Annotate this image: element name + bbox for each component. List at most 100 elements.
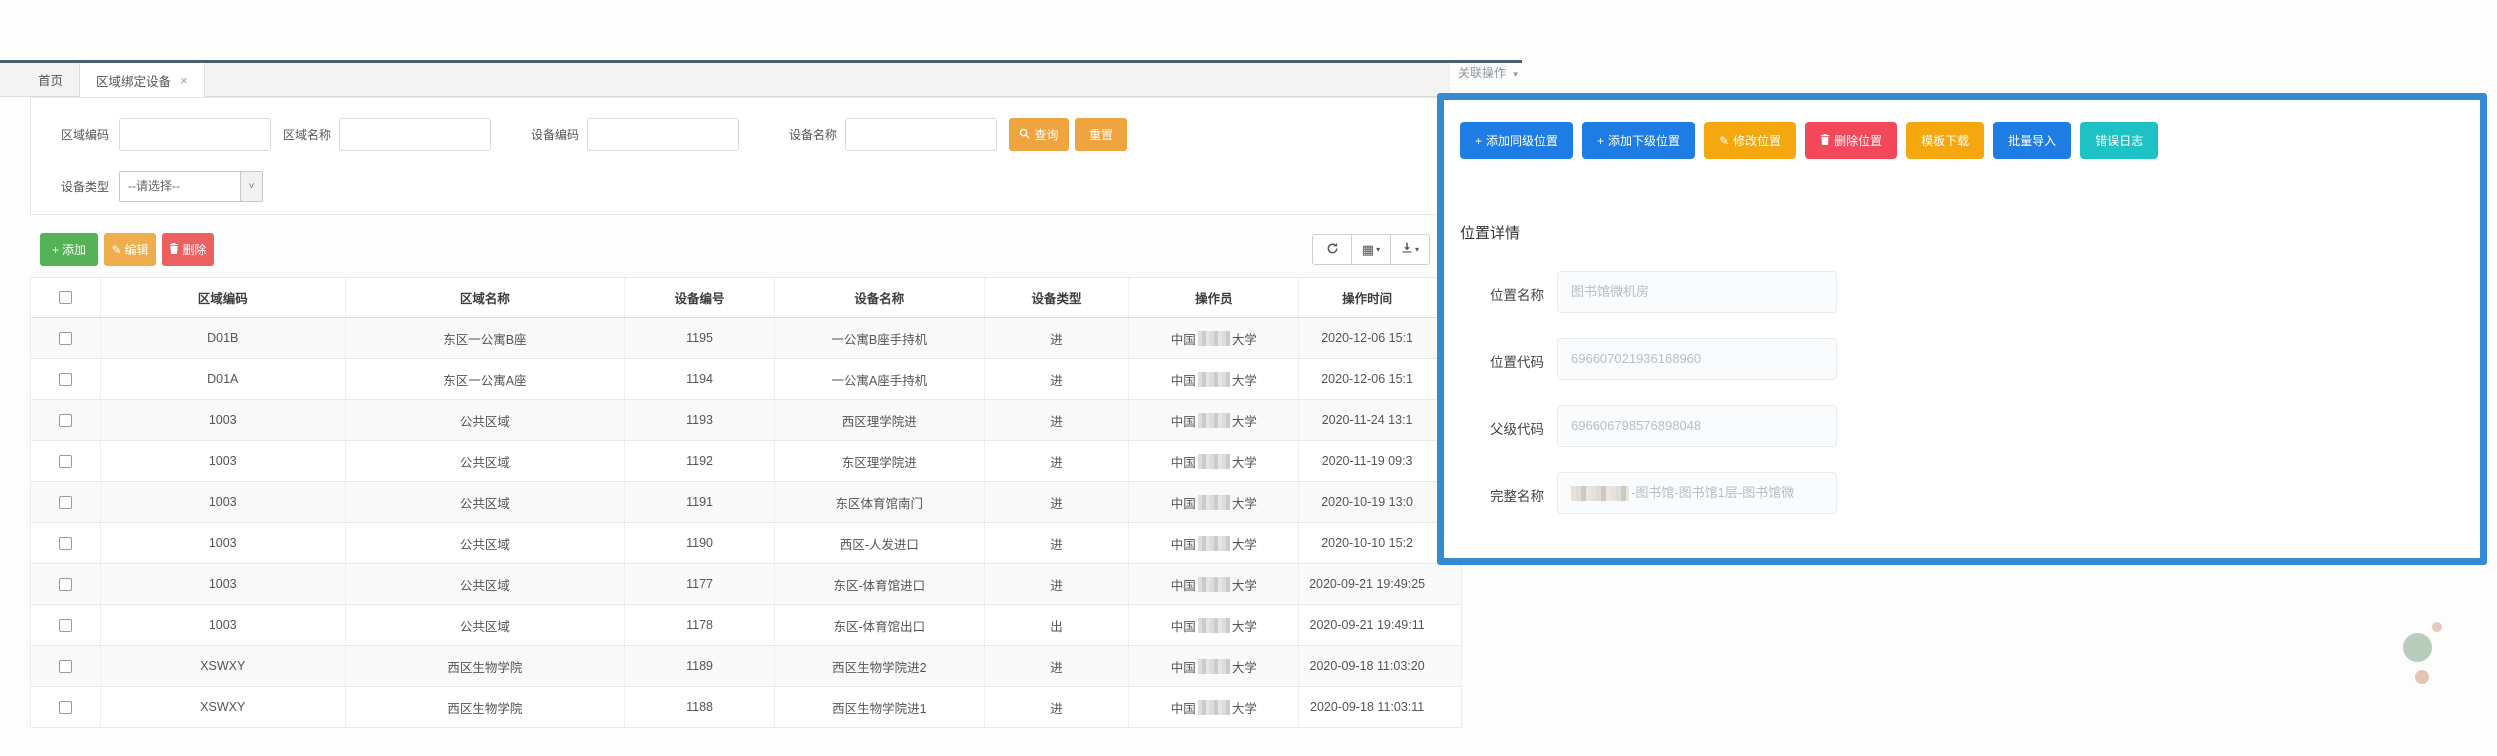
panel-button-4[interactable]: 删除位置 xyxy=(1805,122,1898,159)
table-row[interactable]: 1003 公共区域 1190 西区-人发进口进中国 大学 2020-10-10 15:2 xyxy=(31,523,1461,564)
cell-region-code: 1003 xyxy=(101,482,346,522)
operator-prefix: 中国 xyxy=(1170,332,1196,347)
cell-region-name: 公共区域 xyxy=(346,605,626,645)
table-body: D01B 东区一公寓B座 1195 一公寓B座手持机进中国 大学 2020-12-06 1… xyxy=(31,318,1461,728)
header-select-cell xyxy=(31,278,101,317)
cell-op-time: 2020-09-18 11:03:20 xyxy=(1309,659,1425,673)
table-row[interactable]: D01B 东区一公寓B座 1195 一公寓B座手持机进中国 大学 2020-12-06 1… xyxy=(31,318,1461,359)
panel-button-label: 添加同级位置 xyxy=(1486,134,1559,148)
redacted-text-block xyxy=(1197,699,1230,715)
row-select-cell xyxy=(31,359,101,399)
panel-button-2[interactable]: + 添加下级位置 xyxy=(1582,122,1696,159)
table-row[interactable]: 1003 公共区域 1191 东区体育馆南门进中国 大学 2020-10-19 13:0 xyxy=(31,482,1461,523)
row-checkbox[interactable] xyxy=(58,577,72,591)
device-type-label: 设备类型 xyxy=(60,180,109,194)
cell-operator: 中国 大学 xyxy=(1129,482,1300,522)
table-row[interactable]: 1003 公共区域 1178 东区-体育馆出口出 中国 大学 2020-09-21 19:4… xyxy=(31,605,1461,646)
tab-region-bound-device[interactable]: 区域绑定设备 × xyxy=(79,63,205,97)
row-checkbox[interactable] xyxy=(58,413,72,427)
export-button[interactable]: ▾ xyxy=(1390,234,1430,265)
cell-device-type: 进 xyxy=(985,318,1130,358)
row-checkbox[interactable] xyxy=(58,372,72,386)
region-name-input[interactable] xyxy=(339,118,491,151)
device-code-input[interactable] xyxy=(587,118,739,151)
row-checkbox[interactable] xyxy=(58,454,72,468)
cell-device-type: 进 xyxy=(985,687,1130,727)
form-row: 完整名称 -图书馆-图书馆1层-图书馆微 xyxy=(1444,472,2480,514)
device-name-input[interactable] xyxy=(845,118,997,151)
delete-button-label: 删除 xyxy=(182,243,207,257)
region-code-label: 区域编码 xyxy=(60,128,109,142)
search-panel: 区域编码 区域名称 设备编码 设备名称 查询 重置 设备类型 --请选择-- ˅ xyxy=(30,97,1462,215)
cell-device-no: 1178 xyxy=(625,605,775,645)
row-checkbox[interactable] xyxy=(58,536,72,550)
cell-op-time: 2020-09-21 19:49:11 xyxy=(1309,618,1425,632)
row-checkbox[interactable] xyxy=(58,495,72,509)
field-input-2[interactable]: 696607021936168960 xyxy=(1557,338,1837,380)
operator-prefix: 中国 xyxy=(1170,701,1196,716)
cell-region-code: XSWXY xyxy=(101,646,346,686)
query-button[interactable]: 查询 xyxy=(1009,118,1069,151)
panel-button-label: 模板下载 xyxy=(1921,134,1970,148)
related-operations-dropdown[interactable]: 关联操作 ▾ xyxy=(1458,64,1518,81)
cell-device-name: 东区理学院进 xyxy=(775,441,985,481)
row-select-cell xyxy=(31,646,101,686)
table-row[interactable]: XSWXY 西区生物学院 1189 西区生物学院进2 进 中国 大学 2020-09-18 1… xyxy=(31,646,1461,687)
trash-icon xyxy=(169,242,179,257)
table-row[interactable]: XSWXY 西区生物学院 1188 西区生物学院进1 进 中国 大学 2020-09-18 1… xyxy=(31,687,1461,728)
panel-button-1[interactable]: + 添加同级位置 xyxy=(1460,122,1574,159)
panel-button-3[interactable]: ✎ 修改位置 xyxy=(1704,122,1797,159)
row-select-cell xyxy=(31,318,101,358)
table-row[interactable]: D01A 东区一公寓A座 1194 一公寓A座手持机进中国 大学 2020-12-06 1… xyxy=(31,359,1461,400)
field-input-4[interactable]: -图书馆-图书馆1层-图书馆微 xyxy=(1557,472,1837,514)
tab-region-bound-device-label: 区域绑定设备 xyxy=(96,74,172,89)
panel-button-6[interactable]: 批量导入 xyxy=(1993,122,2072,159)
tab-home[interactable]: 首页 xyxy=(22,63,79,96)
cell-region-code: 1003 xyxy=(101,441,346,481)
redacted-text-block xyxy=(1197,371,1230,387)
panel-button-7[interactable]: 错误日志 xyxy=(2080,122,2159,159)
operator-suffix: 大学 xyxy=(1231,619,1257,634)
table-row[interactable]: 1003 公共区域 1177 东区-体育馆进口进 中国 大学 2020-09-21 19:4… xyxy=(31,564,1461,605)
row-checkbox[interactable] xyxy=(58,659,72,673)
cell-operator: 中国 大学 xyxy=(1129,564,1300,604)
header-cell: 区域编码 xyxy=(101,278,346,317)
field-input-1[interactable]: 图书馆微机房 xyxy=(1557,271,1837,313)
cell-device-type: 进 xyxy=(985,441,1130,481)
operator-suffix: 大学 xyxy=(1231,496,1257,511)
field-input-3[interactable]: 696606798576898048 xyxy=(1557,405,1837,447)
table-row[interactable]: 1003 公共区域 1193 西区理学院进进中国 大学 2020-11-24 13:1 xyxy=(31,400,1461,441)
cell-region-name: 公共区域 xyxy=(346,482,626,522)
tab-bar: 首页 区域绑定设备 × xyxy=(0,63,1450,97)
row-checkbox[interactable] xyxy=(58,700,72,714)
device-type-select[interactable]: --请选择-- ˅ xyxy=(119,171,263,202)
row-checkbox[interactable] xyxy=(58,331,72,345)
edit-button[interactable]: ✎ 编辑 xyxy=(104,233,156,266)
row-select-cell xyxy=(31,482,101,522)
panel-button-label: 添加下级位置 xyxy=(1608,134,1681,148)
reset-button[interactable]: 重置 xyxy=(1075,118,1127,151)
table-row[interactable]: 1003 公共区域 1192 东区理学院进进中国 大学 2020-11-19 09:3 xyxy=(31,441,1461,482)
row-checkbox[interactable] xyxy=(58,618,72,632)
select-all-checkbox[interactable] xyxy=(58,291,72,304)
close-icon[interactable]: × xyxy=(180,73,188,88)
panel-button-5[interactable]: 模板下载 xyxy=(1906,122,1985,159)
row-select-cell xyxy=(31,687,101,727)
add-button[interactable]: + 添加 xyxy=(40,233,98,266)
redacted-text-block xyxy=(1197,412,1230,428)
columns-button[interactable]: ▦ ▾ xyxy=(1351,234,1391,265)
header-cell: 设备名称 xyxy=(775,278,985,317)
delete-button[interactable]: 删除 xyxy=(162,233,214,266)
plus-icon: + xyxy=(1475,133,1483,148)
cell-region-code: D01A xyxy=(101,359,346,399)
cell-op-time: 2020-09-21 19:49:25 xyxy=(1309,577,1426,591)
field-value: 696606798576898048 xyxy=(1571,418,1702,433)
region-code-input[interactable] xyxy=(119,118,271,151)
refresh-button[interactable] xyxy=(1312,234,1352,265)
redacted-text-block xyxy=(1197,330,1230,346)
cell-region-name: 公共区域 xyxy=(346,523,626,563)
panel-title: 位置详情 xyxy=(1460,225,1521,242)
cell-region-name: 西区生物学院 xyxy=(346,646,626,686)
panel-button-label: 删除位置 xyxy=(1834,134,1883,148)
cell-device-name: 西区生物学院进1 xyxy=(775,687,985,727)
